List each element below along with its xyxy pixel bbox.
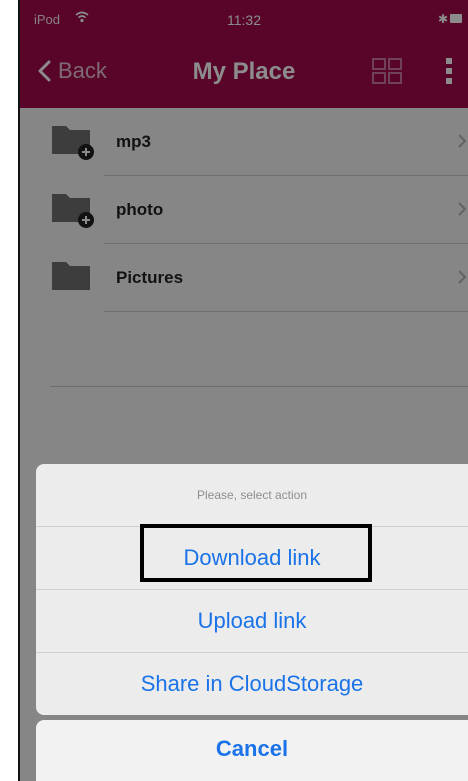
action-sheet: Please, select action Download link Uplo… — [36, 464, 468, 715]
action-sheet-prompt: Please, select action — [36, 464, 468, 527]
phone-screen: iPod 11:32 ✱ Back My Place mp3 photo Pic… — [20, 0, 468, 781]
upload-link-button[interactable]: Upload link — [36, 590, 468, 653]
share-in-cloudstorage-button[interactable]: Share in CloudStorage — [36, 653, 468, 715]
highlight-box — [140, 524, 372, 582]
left-margin — [0, 0, 20, 781]
cancel-button[interactable]: Cancel — [36, 720, 468, 781]
cancel-label: Cancel — [215, 736, 289, 761]
